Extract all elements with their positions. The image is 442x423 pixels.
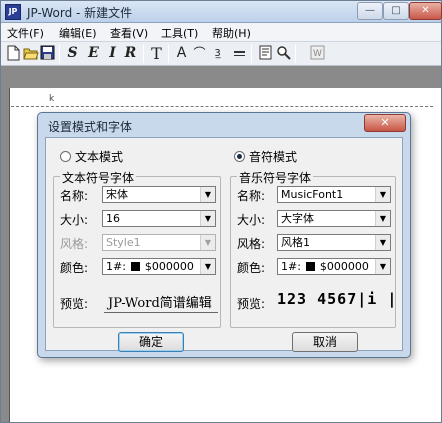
text-font-style-value: Style1 <box>106 236 141 249</box>
svg-text:W: W <box>313 49 322 59</box>
radio-indicator <box>60 151 71 162</box>
color-index: 1#: <box>281 260 301 273</box>
radio-indicator <box>234 151 245 162</box>
music-font-name-value: MusicFont1 <box>281 188 344 201</box>
text-preview-label: 预览: <box>60 297 89 311</box>
text-tool-button[interactable]: T <box>148 45 165 62</box>
music-font-size-value: 大字体 <box>281 212 314 225</box>
app-icon: JP <box>5 4 21 20</box>
new-file-icon[interactable] <box>5 45 22 62</box>
chevron-down-icon: ▼ <box>200 235 215 250</box>
chevron-down-icon: ▼ <box>375 187 390 202</box>
music-name-label: 名称: <box>237 189 266 203</box>
music-font-style-select[interactable]: 风格1 ▼ <box>277 234 391 251</box>
text-font-name-select[interactable]: 宋体 ▼ <box>102 186 216 203</box>
chevron-down-icon: ▼ <box>200 187 215 202</box>
color-hex-value: $000000 <box>319 260 369 273</box>
small-number-button[interactable]: 3̲ <box>209 45 226 62</box>
music-preview-box: 123 4567|i | <box>275 289 396 313</box>
slur-button[interactable]: ⌒ <box>191 45 208 62</box>
text-font-legend: 文本符号字体 <box>60 169 137 186</box>
text-color-label: 颜色: <box>60 261 89 275</box>
settings-dialog: 设置模式和字体 ✕ 文本模式 音符模式 文本符号字体 名称: 宋体 ▼ 大小: … <box>37 112 411 358</box>
color-hex-value: $000000 <box>144 260 194 273</box>
text-font-name-value: 宋体 <box>106 188 128 201</box>
text-preview: JP-Word简谱编辑 <box>108 296 212 311</box>
music-preview: 123 4567|i | <box>277 290 398 308</box>
text-preview-box: JP-Word简谱编辑 <box>104 289 218 313</box>
menu-edit[interactable]: 编辑(E) <box>59 25 97 41</box>
text-font-size-value: 16 <box>106 212 120 225</box>
cursor-marker: k <box>49 94 55 104</box>
cancel-button[interactable]: 取消 <box>292 332 358 352</box>
format-s-button[interactable]: S <box>64 45 81 62</box>
title-bar[interactable]: JP JP-Word - 新建文件 — □ ✕ <box>1 1 442 23</box>
zoom-icon[interactable] <box>275 45 292 62</box>
ok-button[interactable]: 确定 <box>118 332 184 352</box>
menu-help[interactable]: 帮助(H) <box>212 25 251 41</box>
music-style-label: 风格: <box>237 237 266 251</box>
text-font-style-select: Style1 ▼ <box>102 234 216 251</box>
toolbar-separator <box>168 45 169 63</box>
music-font-style-value: 风格1 <box>281 236 310 249</box>
menu-bar: 文件(F) 编辑(E) 查看(V) 工具(T) 帮助(H) <box>1 23 441 42</box>
maximize-button[interactable]: □ <box>383 2 409 20</box>
color-swatch <box>130 262 140 271</box>
chevron-down-icon: ▼ <box>375 235 390 250</box>
open-folder-icon[interactable] <box>22 45 39 62</box>
music-color-label: 颜色: <box>237 261 266 275</box>
font-a-button[interactable]: A <box>173 45 190 62</box>
format-i-button[interactable]: I <box>104 45 121 62</box>
save-icon[interactable] <box>39 45 56 62</box>
menu-file[interactable]: 文件(F) <box>7 25 44 41</box>
word-export-icon[interactable]: W <box>309 45 326 62</box>
music-font-legend: 音乐符号字体 <box>237 169 314 186</box>
text-mode-radio[interactable]: 文本模式 <box>60 148 123 165</box>
format-e-button[interactable]: E <box>85 45 102 62</box>
music-mode-radio[interactable]: 音符模式 <box>234 148 297 165</box>
text-style-label: 风格: <box>60 237 89 251</box>
minimize-button[interactable]: — <box>357 2 383 20</box>
music-preview-label: 预览: <box>237 297 266 311</box>
dialog-close-button[interactable]: ✕ <box>364 114 406 132</box>
chevron-down-icon: ▼ <box>375 211 390 226</box>
text-mode-label: 文本模式 <box>75 150 124 164</box>
underline-icon[interactable] <box>231 45 248 62</box>
menu-tools[interactable]: 工具(T) <box>161 25 198 41</box>
dialog-body: 文本模式 音符模式 文本符号字体 名称: 宋体 ▼ 大小: 16 ▼ 风格: S… <box>45 137 403 352</box>
format-r-button[interactable]: R <box>122 45 139 62</box>
chevron-down-icon: ▼ <box>375 259 390 274</box>
menu-view[interactable]: 查看(V) <box>110 25 148 41</box>
toolbar-separator <box>59 45 60 63</box>
toolbar-separator <box>295 45 296 63</box>
close-button[interactable]: ✕ <box>409 2 442 20</box>
music-font-group: 音乐符号字体 名称: MusicFont1 ▼ 大小: 大字体 ▼ 风格: 风格… <box>230 169 396 328</box>
margin-guide <box>11 106 433 107</box>
music-color-select[interactable]: 1#: $000000 ▼ <box>277 258 391 275</box>
chevron-down-icon: ▼ <box>200 211 215 226</box>
toolbar-separator <box>143 45 144 63</box>
page-setup-icon[interactable] <box>257 45 274 62</box>
text-name-label: 名称: <box>60 189 89 203</box>
music-size-label: 大小: <box>237 213 266 227</box>
chevron-down-icon: ▼ <box>200 259 215 274</box>
text-color-select[interactable]: 1#: $000000 ▼ <box>102 258 216 275</box>
music-mode-label: 音符模式 <box>249 150 298 164</box>
dialog-title: 设置模式和字体 <box>48 120 133 134</box>
color-swatch <box>305 262 315 271</box>
text-font-group: 文本符号字体 名称: 宋体 ▼ 大小: 16 ▼ 风格: Style1 ▼ 颜色… <box>53 169 221 328</box>
music-font-name-select[interactable]: MusicFont1 ▼ <box>277 186 391 203</box>
color-index: 1#: <box>106 260 126 273</box>
toolbar-separator <box>251 45 252 63</box>
music-font-size-select[interactable]: 大字体 ▼ <box>277 210 391 227</box>
window-title: JP-Word - 新建文件 <box>27 6 133 20</box>
text-font-size-select[interactable]: 16 ▼ <box>102 210 216 227</box>
toolbar: S E I R T A ⌒ 3̲ W <box>1 42 441 66</box>
text-size-label: 大小: <box>60 213 89 227</box>
